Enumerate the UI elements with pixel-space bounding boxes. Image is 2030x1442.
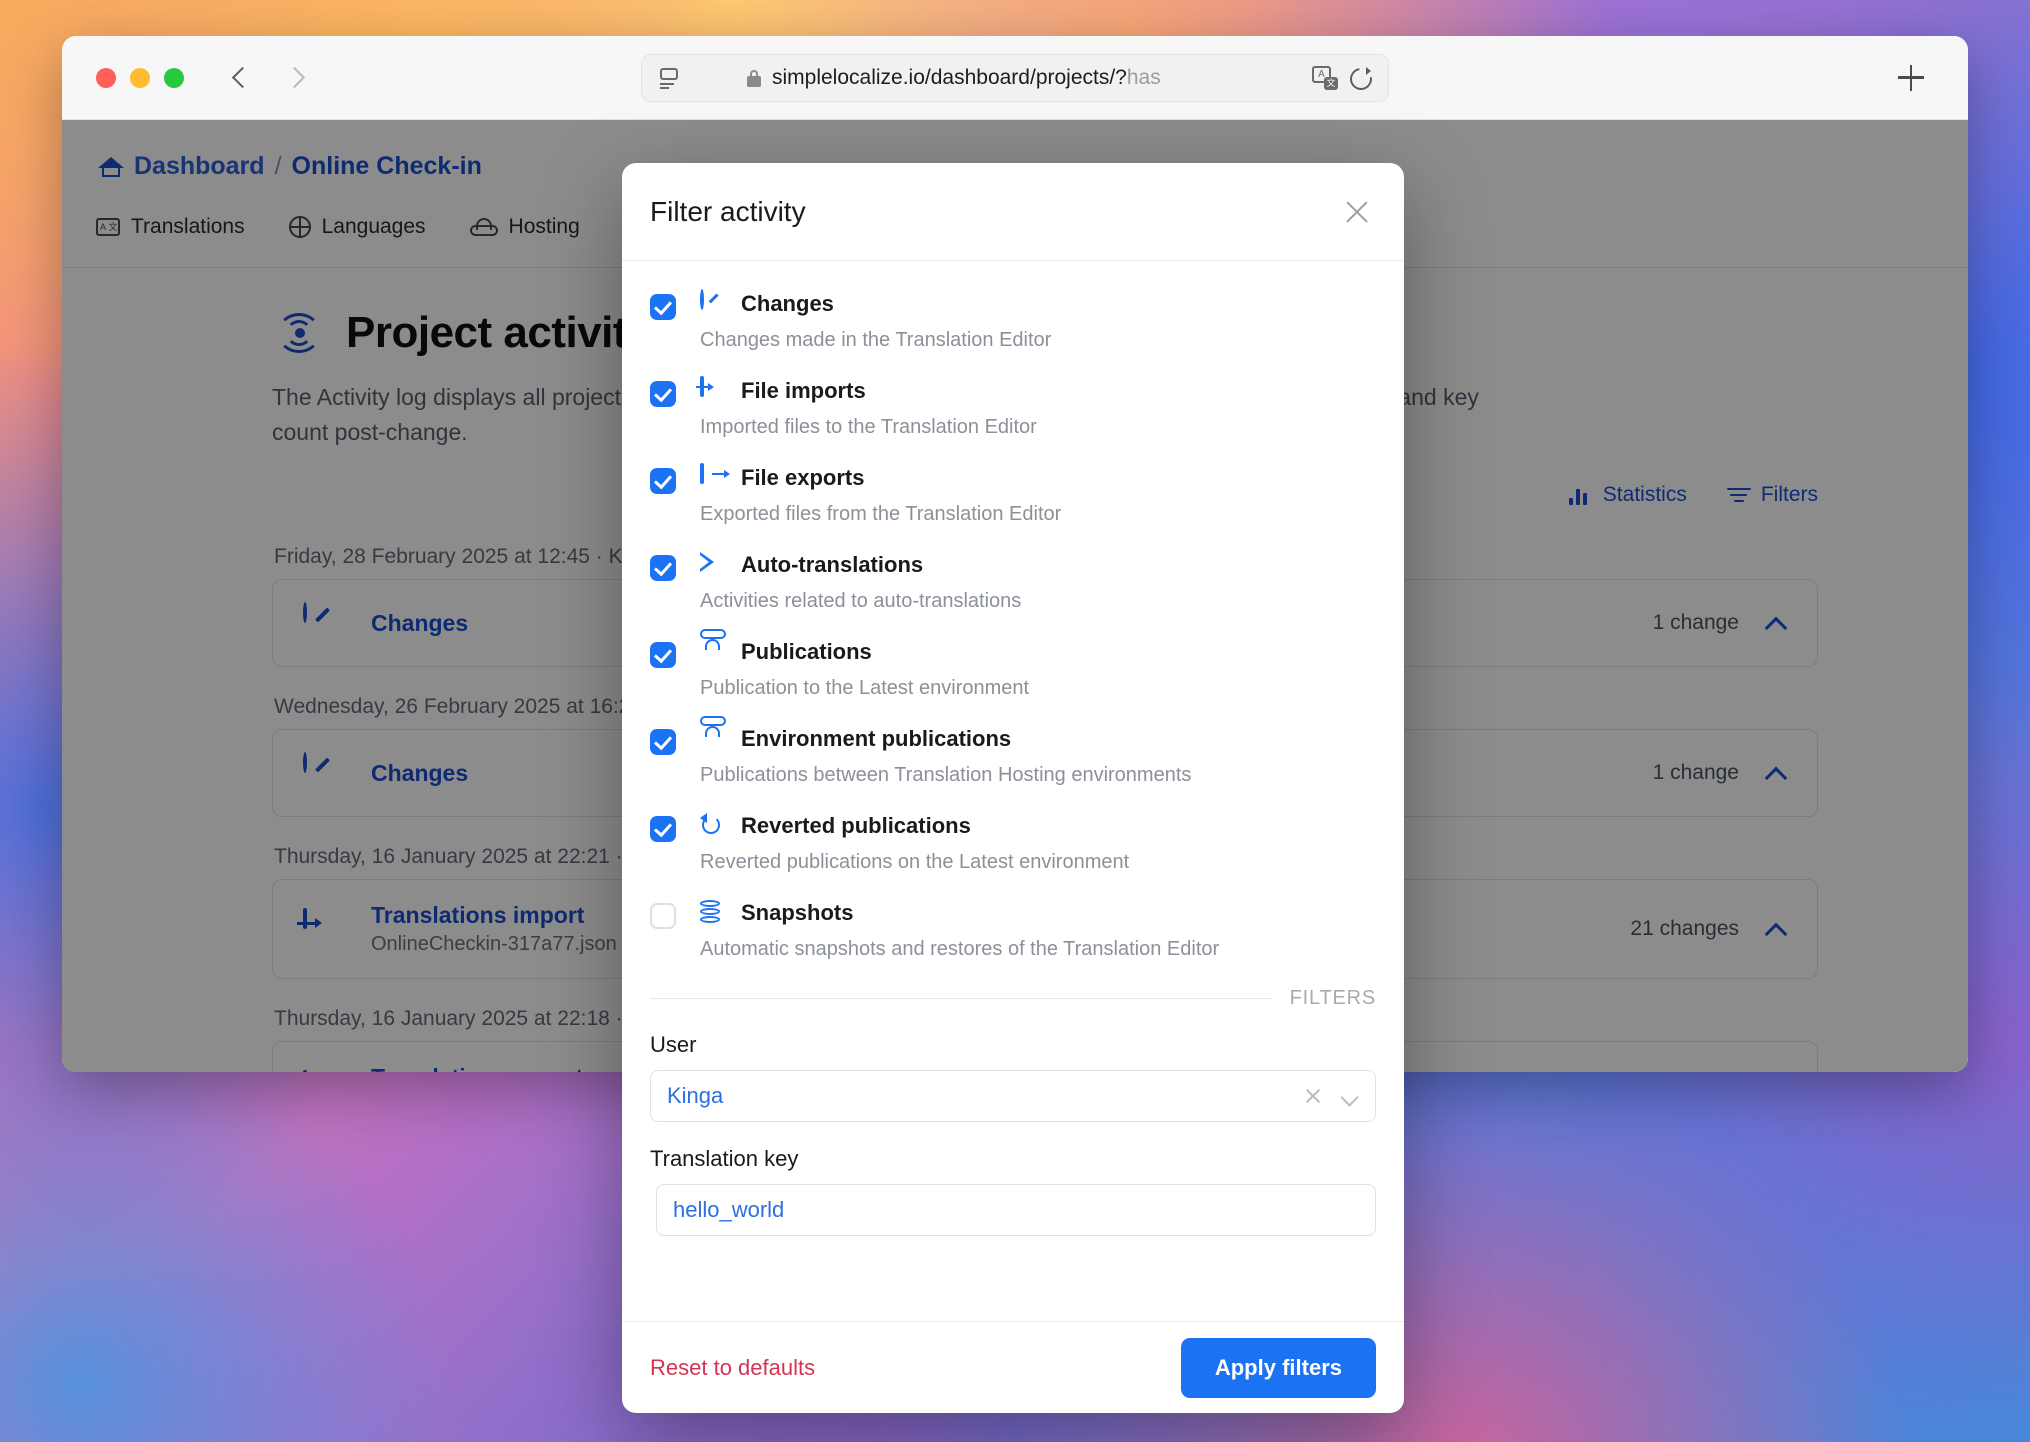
url-text: simplelocalize.io/dashboard/projects/?ha… [772, 66, 1302, 90]
pencil-circle-icon [700, 289, 728, 317]
checkbox-publications[interactable] [650, 642, 676, 668]
checkbox-label: Reverted publications [741, 813, 971, 838]
navigation-buttons [228, 65, 308, 91]
modal-footer: Reset to defaults Apply filters [622, 1321, 1404, 1413]
file-export-icon [700, 463, 730, 491]
maximize-window-button[interactable] [164, 67, 184, 88]
checkbox-description: Automatic snapshots and restores of the … [700, 938, 1220, 960]
checkbox-label: Snapshots [741, 900, 854, 925]
new-tab-icon[interactable] [1896, 63, 1926, 93]
close-icon[interactable] [1301, 1084, 1325, 1108]
checkbox-item-reverted-publications: Reverted publications Reverted publicati… [650, 813, 1376, 874]
checkbox-auto-translations[interactable] [650, 555, 676, 581]
user-field-label: User [650, 1032, 697, 1057]
cloud-icon [700, 716, 728, 752]
translation-key-label: Translation key [650, 1146, 799, 1171]
user-filter-field: User Kinga [650, 1032, 1376, 1122]
checkbox-description: Publications between Translation Hosting… [700, 764, 1192, 786]
lock-icon [746, 68, 762, 88]
filters-section-divider: FILTERS [650, 987, 1376, 1010]
checkbox-file-exports[interactable] [650, 468, 676, 494]
browser-chrome: simplelocalize.io/dashboard/projects/?ha… [62, 36, 1968, 120]
checkbox-description: Reverted publications on the Latest envi… [700, 851, 1130, 873]
checkbox-description: Publication to the Latest environment [700, 677, 1030, 699]
user-select[interactable]: Kinga [650, 1070, 1376, 1122]
reset-to-defaults-button[interactable]: Reset to defaults [650, 1355, 815, 1381]
window-traffic-lights [96, 67, 184, 88]
checkbox-label: Auto-translations [741, 552, 924, 577]
sidebar-toggle-icon[interactable] [658, 67, 680, 89]
chevron-down-icon[interactable] [1337, 1084, 1361, 1108]
checkbox-changes[interactable] [650, 294, 676, 320]
cloud-icon [700, 629, 728, 665]
file-import-icon [696, 376, 728, 404]
checkbox-description: Activities related to auto-translations [700, 590, 1022, 612]
modal-title: Filter activity [650, 195, 806, 227]
translate-page-icon[interactable]: A文 [1312, 65, 1338, 90]
user-selected-value: Kinga [667, 1083, 724, 1108]
translation-key-input[interactable]: hello_world [656, 1184, 1376, 1236]
checkbox-item-file-exports: File exports Exported files from the Tra… [650, 463, 1376, 526]
filters-divider-label: FILTERS [1289, 987, 1376, 1009]
translation-key-field: Translation key hello_world [650, 1146, 1376, 1236]
checkbox-item-auto-translations: Auto-translations Activities related to … [650, 552, 1376, 613]
checkbox-snapshots[interactable] [650, 903, 676, 929]
checkbox-description: Imported files to the Translation Editor [700, 416, 1037, 438]
checkbox-description: Changes made in the Translation Editor [700, 329, 1052, 351]
checkbox-item-changes: Changes Changes made in the Translation … [650, 289, 1376, 352]
checkbox-item-environment-publications: Environment publications Publications be… [650, 716, 1376, 787]
checkbox-label: File exports [741, 465, 865, 490]
close-window-button[interactable] [96, 67, 116, 88]
modal-header: Filter activity [622, 163, 1404, 261]
forward-icon[interactable] [282, 65, 308, 91]
database-icon [700, 900, 728, 926]
checkbox-item-publications: Publications Publication to the Latest e… [650, 629, 1376, 700]
minimize-window-button[interactable] [130, 67, 150, 88]
play-triangle-icon [700, 552, 728, 578]
checkbox-file-imports[interactable] [650, 381, 676, 407]
reload-icon[interactable] [1348, 66, 1372, 90]
checkbox-label: Publications [741, 639, 872, 664]
filter-activity-modal: Filter activity Changes Changes made in … [622, 163, 1404, 1413]
revert-clock-icon [700, 813, 728, 839]
checkbox-reverted-publications[interactable] [650, 816, 676, 842]
address-bar[interactable]: simplelocalize.io/dashboard/projects/?ha… [641, 53, 1389, 102]
url-main: simplelocalize.io/dashboard/projects/? [772, 65, 1127, 89]
checkbox-description: Exported files from the Translation Edit… [700, 503, 1062, 525]
checkbox-label: Environment publications [741, 726, 1012, 751]
checkbox-environment-publications[interactable] [650, 729, 676, 755]
apply-filters-button[interactable]: Apply filters [1180, 1337, 1376, 1398]
checkbox-item-file-imports: File imports Imported files to the Trans… [650, 376, 1376, 439]
checkbox-label: Changes [741, 291, 834, 316]
checkbox-item-snapshots: Snapshots Automatic snapshots and restor… [650, 900, 1376, 961]
back-icon[interactable] [228, 65, 254, 91]
checkbox-label: File imports [741, 378, 866, 403]
url-tail: has [1126, 65, 1161, 89]
modal-body: Changes Changes made in the Translation … [622, 261, 1404, 1321]
close-icon[interactable] [1340, 195, 1374, 229]
